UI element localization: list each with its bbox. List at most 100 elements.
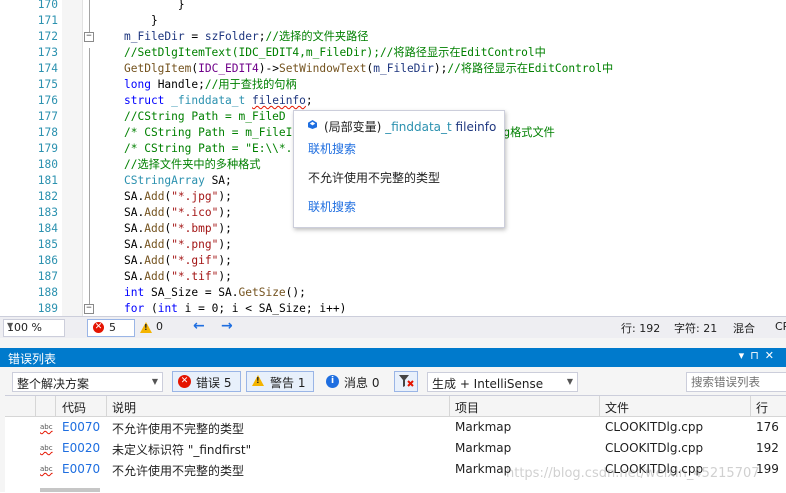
code-line[interactable]: 174 GetDlgItem(IDC_EDIT4)->SetWindowText(… <box>0 61 786 77</box>
error-project: Markmap <box>455 462 512 476</box>
code-token: //选择的文件夹路径 <box>265 30 369 43</box>
error-icon: ✕ <box>93 322 104 333</box>
search-input[interactable] <box>691 375 783 389</box>
code-token: "*.ico" <box>171 206 219 219</box>
error-code[interactable]: E0070 <box>62 462 100 476</box>
previous-issue-arrow-icon[interactable]: ← <box>193 318 205 334</box>
code-line[interactable]: 185 SA.Add("*.png"); <box>0 237 786 253</box>
error-description: 不允许使用不完整的类型 <box>112 464 245 478</box>
code-line[interactable]: 171 } <box>0 13 786 29</box>
code-text: } <box>124 13 158 29</box>
code-line[interactable]: 170 } <box>0 0 786 13</box>
column-line[interactable]: 行 <box>756 399 768 416</box>
online-search-link-2[interactable]: 联机搜索 <box>308 198 356 215</box>
table-row[interactable]: abc E0070 不允许使用不完整的类型 Markmap CLOOKITDlg.cpp… <box>5 459 786 480</box>
code-line[interactable]: 175 long Handle;//用于查找的句柄 <box>0 77 786 93</box>
eol-indicator: CR <box>775 320 786 333</box>
pin-icon[interactable]: ⊓ <box>750 349 765 362</box>
error-description: 不允许使用不完整的类型 <box>112 422 245 436</box>
error-line: 192 <box>756 441 779 455</box>
code-token: ); <box>218 238 232 251</box>
line-number: 187 <box>37 270 58 283</box>
error-list-titlebar[interactable]: 错误列表 ▾⊓✕ <box>0 348 786 367</box>
code-token: szFolder <box>204 30 259 43</box>
code-token: int <box>124 286 145 299</box>
warning-icon[interactable] <box>140 322 152 333</box>
line-number: 170 <box>37 0 58 11</box>
code-line[interactable]: 189 − for (int i = 0; i < SA_Size; i++) <box>0 301 786 316</box>
line-number: 189 <box>37 302 58 315</box>
error-file: CLOOKITDlg.cpp <box>605 462 704 476</box>
code-token: ); <box>218 222 232 235</box>
code-token: GetDlgItem <box>124 62 192 75</box>
code-text: } <box>124 0 185 13</box>
code-line[interactable]: 172 − m_FileDir = szFolder;//选择的文件夹路径 <box>0 29 786 45</box>
info-icon: i <box>326 375 339 388</box>
code-line[interactable]: 176 struct _finddata_t fileinfo; <box>0 93 786 109</box>
warnings-filter-label: 警告 1 <box>270 376 306 390</box>
code-token: m_FileDir <box>124 30 185 43</box>
line-number: 182 <box>37 190 58 203</box>
code-token: ); <box>218 206 232 219</box>
tooltip-variable: fileinfo <box>455 120 497 134</box>
line-number: 181 <box>37 174 58 187</box>
error-count: 5 <box>109 321 116 334</box>
collapse-region-icon[interactable]: − <box>84 32 94 42</box>
filter-clear-button[interactable] <box>394 371 418 392</box>
error-description: 未定义标识符 "_findfirst" <box>112 443 252 457</box>
code-text: //SetDlgItemText(IDC_EDIT4,m_FileDir);//… <box>124 45 546 61</box>
code-line[interactable]: 188 int SA_Size = SA.GetSize(); <box>0 285 786 301</box>
code-token: "*.png" <box>171 238 219 251</box>
column-project[interactable]: 项目 <box>455 399 479 416</box>
code-token: Add <box>144 190 165 203</box>
code-text: for (int i = 0; i < SA_Size; i++) <box>124 301 346 316</box>
line-number: 178 <box>37 126 58 139</box>
error-table: 代码 说明 项目 文件 行 abc E0070 不允许使用不完整的类型 Markmap… <box>5 395 786 493</box>
code-token: )-> <box>258 62 279 75</box>
warnings-filter-button[interactable]: 警告 1 <box>246 371 314 392</box>
error-code[interactable]: E0070 <box>62 420 100 434</box>
code-token: ); <box>218 270 232 283</box>
code-line[interactable]: 186 SA.Add("*.gif"); <box>0 253 786 269</box>
code-text: //选择文件夹中的多种格式 <box>124 157 261 173</box>
code-text: CStringArray SA; <box>124 173 232 189</box>
code-token: _finddata_t <box>171 94 246 107</box>
error-count-button[interactable]: ✕ 5 <box>87 319 135 337</box>
online-search-link[interactable]: 联机搜索 <box>308 140 356 157</box>
code-line[interactable]: 173 //SetDlgItemText(IDC_EDIT4,m_FileDir)… <box>0 45 786 61</box>
code-token: //CString Path = m_FileD <box>124 110 286 123</box>
error-list-search[interactable] <box>686 372 786 392</box>
table-row[interactable]: abc E0070 不允许使用不完整的类型 Markmap CLOOKITDlg.cpp… <box>5 417 786 438</box>
code-token: Add <box>144 270 165 283</box>
code-line[interactable]: 187 SA.Add("*.tif"); <box>0 269 786 285</box>
code-token: Add <box>144 206 165 219</box>
error-code[interactable]: E0020 <box>62 441 100 455</box>
errors-filter-button[interactable]: ✕ 错误 5 <box>172 371 241 392</box>
zoom-dropdown[interactable]: 100 % ▼ <box>3 319 65 337</box>
next-issue-arrow-icon[interactable]: → <box>221 318 233 334</box>
column-code[interactable]: 代码 <box>62 399 86 416</box>
code-editor[interactable]: 170 } 171 } 172− m_FileDir = szFolder;//选择的… <box>0 0 786 316</box>
build-source-dropdown[interactable]: 生成 + IntelliSense ▼ <box>427 372 578 392</box>
error-file: CLOOKITDlg.cpp <box>605 420 704 434</box>
code-token: "*.bmp" <box>171 222 219 235</box>
line-number: 180 <box>37 158 58 171</box>
quickinfo-tooltip: (局部变量) _finddata_t fileinfo 联机搜索 不允许使用不完… <box>293 110 505 228</box>
errors-filter-label: 错误 5 <box>196 376 232 390</box>
close-icon[interactable]: ✕ <box>765 349 780 362</box>
scope-dropdown[interactable]: 整个解决方案 ▼ <box>12 372 163 392</box>
tooltip-type: _finddata_t <box>385 120 452 134</box>
code-token: SetWindowText <box>278 62 367 75</box>
intellisense-error-icon: abc <box>40 423 53 431</box>
messages-filter-button[interactable]: i 消息 0 <box>320 371 386 392</box>
code-text: SA.Add("*.jpg"); <box>124 189 232 205</box>
column-file[interactable]: 文件 <box>605 399 629 416</box>
collapse-region-icon[interactable]: − <box>84 304 94 314</box>
table-row[interactable]: abc E0020 未定义标识符 "_findfirst" Markmap CLOOKI… <box>5 438 786 459</box>
code-token: SA. <box>124 206 145 219</box>
bottom-tab-strip[interactable] <box>40 488 100 492</box>
column-description[interactable]: 说明 <box>112 399 136 416</box>
window-position-icon[interactable]: ▾ <box>739 349 751 362</box>
line-number: 179 <box>37 142 58 155</box>
